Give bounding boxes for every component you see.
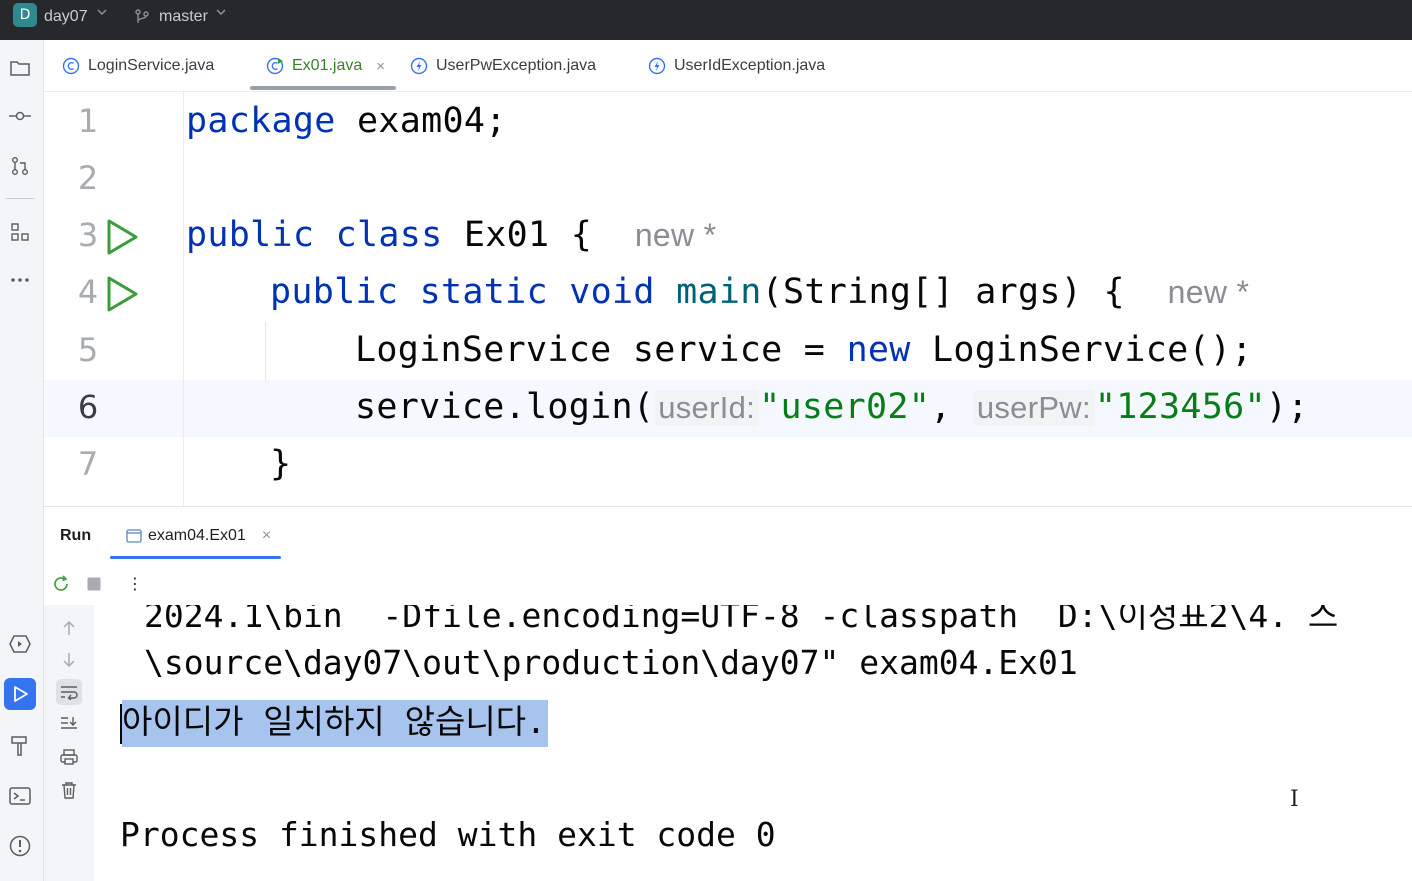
exception-icon xyxy=(410,57,428,75)
string-literal: "user02" xyxy=(759,387,931,427)
tab-label: Ex01.java xyxy=(292,57,363,74)
tab-label: UserIdException.java xyxy=(674,57,826,74)
tab-label: LoginService.java xyxy=(88,57,215,74)
run-gutter-icon[interactable] xyxy=(104,275,140,318)
active-tab-indicator xyxy=(250,86,396,90)
code-line-4[interactable]: 4 public static void main(String[] args)… xyxy=(44,265,1412,322)
print-icon[interactable] xyxy=(56,744,82,770)
folder-icon[interactable] xyxy=(6,54,34,82)
build-icon[interactable] xyxy=(6,732,34,760)
code-line-5[interactable]: 5 LoginService service = new LoginServic… xyxy=(44,323,1412,380)
console-line: \source\day07\out\production\day07" exam… xyxy=(144,643,1078,682)
keyword: class xyxy=(335,215,443,255)
active-tab-indicator xyxy=(110,556,281,559)
inlay-hint[interactable]: new * xyxy=(635,217,717,253)
code-text: (String[] args) { xyxy=(761,272,1125,312)
trash-icon[interactable] xyxy=(56,777,82,803)
project-name[interactable]: day07 xyxy=(44,8,88,26)
console-line-exit: Process finished with exit code 0 xyxy=(120,815,776,854)
close-icon[interactable]: × xyxy=(262,527,271,545)
structure-icon[interactable] xyxy=(6,218,34,246)
keyword: public xyxy=(186,215,315,255)
mouse-ibeam-cursor: I xyxy=(1290,787,1299,812)
tab-useridexception[interactable]: UserIdException.java xyxy=(648,40,825,92)
left-tool-strip xyxy=(0,40,44,881)
keyword: public xyxy=(270,272,399,312)
console-side-toolbar xyxy=(44,605,94,881)
console-tab-icon xyxy=(126,529,142,543)
close-icon[interactable]: × xyxy=(376,58,385,75)
arrow-up-icon[interactable] xyxy=(56,615,82,641)
tab-loginservice[interactable]: LoginService.java xyxy=(62,40,214,92)
project-badge[interactable]: D xyxy=(13,3,37,27)
editor-tabs: LoginService.java Ex01.java × UserPwExce… xyxy=(44,40,1412,92)
run-icon[interactable] xyxy=(4,678,36,710)
inlay-hint[interactable]: new * xyxy=(1168,274,1250,310)
git-branch-icon xyxy=(133,8,151,31)
code-text: exam04; xyxy=(335,101,507,141)
chevron-down-icon[interactable] xyxy=(215,6,227,21)
soft-wrap-icon[interactable] xyxy=(56,679,82,705)
run-config-tab[interactable]: exam04.Ex01 × xyxy=(126,527,271,545)
scroll-to-end-icon[interactable] xyxy=(56,711,82,737)
title-bar: D day07 master xyxy=(0,0,1412,40)
string-literal: "123456" xyxy=(1094,387,1266,427)
problems-icon[interactable] xyxy=(6,832,34,860)
console-line: 2024.1\bin -Dfile.encoding=UTF-8 -classp… xyxy=(144,605,1339,635)
runnable-class-icon xyxy=(266,57,284,75)
code-line-2[interactable]: 2 xyxy=(44,151,1412,208)
code-line-7[interactable]: 7 } xyxy=(44,437,1412,494)
code-line-6[interactable]: 6 service.login(userId: "user02", userPw:… xyxy=(44,380,1412,437)
code-line-3[interactable]: 3 public class Ex01 { new * xyxy=(44,208,1412,265)
keyword: package xyxy=(186,101,336,141)
code-text: LoginService(); xyxy=(910,330,1253,370)
code-text: service.login( xyxy=(355,387,655,427)
run-tab-label: exam04.Ex01 xyxy=(148,527,246,544)
line-number: 6 xyxy=(77,388,99,426)
branch-name[interactable]: master xyxy=(159,8,208,26)
tab-label: UserPwException.java xyxy=(436,57,597,74)
console-output[interactable]: 2024.1\bin -Dfile.encoding=UTF-8 -classp… xyxy=(94,605,1412,881)
tab-ex01[interactable]: Ex01.java × xyxy=(266,40,385,92)
commit-icon[interactable] xyxy=(6,102,34,130)
code-text: LoginService service = xyxy=(355,330,847,370)
more-icon[interactable] xyxy=(6,266,34,294)
terminal-icon[interactable] xyxy=(6,782,34,810)
gutter-divider xyxy=(183,92,184,506)
keyword: static xyxy=(419,272,548,312)
keyword: new xyxy=(846,330,911,370)
arrow-down-icon[interactable] xyxy=(56,647,82,673)
code-text: Ex01 { xyxy=(442,215,593,255)
code-line-1[interactable]: 1 package exam04; xyxy=(44,94,1412,151)
line-number: 7 xyxy=(77,445,99,483)
exception-icon xyxy=(648,57,666,75)
services-icon[interactable] xyxy=(6,630,34,658)
keyword: void xyxy=(569,272,655,312)
run-panel: Run exam04.Ex01 × ⋮ 2024.1\bin -Dfile.en… xyxy=(44,506,1412,881)
console-line-selected[interactable]: 아이디가 일치하지 않습니다. xyxy=(120,695,548,747)
chevron-down-icon[interactable] xyxy=(96,6,108,21)
stop-icon[interactable] xyxy=(83,573,105,595)
method-name: main xyxy=(676,272,762,312)
pull-requests-icon[interactable] xyxy=(6,152,34,180)
code-text: ); xyxy=(1265,387,1309,427)
more-options-icon[interactable]: ⋮ xyxy=(124,573,146,595)
toolbar-divider xyxy=(6,198,34,199)
run-gutter-icon[interactable] xyxy=(104,218,140,261)
run-panel-title: Run xyxy=(60,527,92,544)
parameter-hint: userPw: xyxy=(972,390,1095,426)
class-icon xyxy=(62,57,80,75)
code-text: , xyxy=(930,387,973,427)
tab-userpwexception[interactable]: UserPwException.java xyxy=(410,40,596,92)
line-number: 5 xyxy=(77,331,99,369)
run-toolbar: ⋮ xyxy=(44,563,1412,605)
line-number: 1 xyxy=(77,102,99,140)
selected-output-text[interactable]: 아이디가 일치하지 않습니다. xyxy=(122,700,548,747)
code-editor[interactable]: 1 package exam04; 2 3 public class Ex01 … xyxy=(44,92,1412,506)
rerun-icon[interactable] xyxy=(50,573,72,595)
parameter-hint: userId: xyxy=(654,390,760,426)
code-text: } xyxy=(270,444,292,484)
line-number: 2 xyxy=(77,159,99,197)
